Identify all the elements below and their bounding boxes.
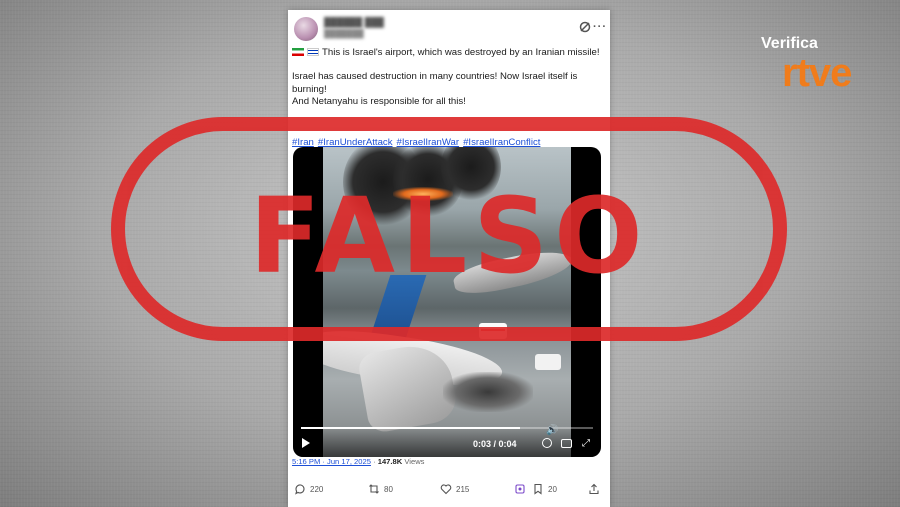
more-icon[interactable]: ··· [593,20,607,34]
grok-share-icon [515,484,525,494]
van [535,354,561,370]
tweet-text: This is Israel's airport, which was dest… [292,47,604,109]
reply-button[interactable]: 220 [294,483,323,495]
repost-count: 80 [384,484,393,494]
captions-icon[interactable] [561,439,572,448]
tweet-text-line2: Israel has caused destruction in many co… [292,71,578,95]
tweet-header: ██████ ███ ███████ ··· [294,14,607,46]
tweet-timestamp[interactable]: 5:16 PM · Jun 17, 2025 [292,457,371,466]
bookmark-button[interactable]: 20 [532,483,557,495]
falso-stamp-word: FALSO [249,175,649,297]
grok-icon[interactable] [578,20,592,34]
tweet-meta: 5:16 PM · Jun 17, 2025 · 147.8K Views [292,457,424,466]
play-icon[interactable] [302,438,310,448]
views-label: Views [404,457,425,466]
tweet-text-line3: And Netanyahu is responsible for all thi… [292,96,466,108]
video-progress-fill [301,427,520,429]
volume-icon[interactable]: 🔊 [546,425,558,437]
like-icon [440,484,452,495]
avatar[interactable] [294,17,318,41]
bookmark-count: 20 [548,484,557,494]
like-button[interactable]: 215 [440,483,469,495]
fullscreen-icon[interactable]: ⤢ [580,438,592,450]
share-icon [589,483,599,495]
verifica-rtve-logo: Verifica rtve [760,35,880,105]
tweet-line-1: This is Israel's airport, which was dest… [292,47,604,59]
video-time: 0:03 / 0:04 [473,439,517,449]
reply-icon [295,484,305,495]
user-handle-blurred: ███████ [324,29,364,38]
user-name-blurred: ██████ ███ [324,17,384,27]
repost-icon [369,484,379,494]
grok-share-button[interactable] [514,483,526,495]
settings-icon[interactable] [542,438,552,448]
israel-flag-icon [307,48,319,56]
views-count: 147.8K [377,457,403,466]
bookmark-icon [534,483,542,495]
tweet-text-line1: This is Israel's airport, which was dest… [322,47,600,58]
share-button[interactable] [588,483,600,495]
repost-button[interactable]: 80 [368,483,393,495]
falso-stamp: FALSO [111,117,787,341]
logo-rtve-text: rtve [782,51,852,95]
meta-separator: · [373,457,376,466]
tweet-actions: 220 80 215 20 [288,480,610,502]
reply-count: 220 [310,484,324,494]
like-count: 215 [456,484,470,494]
wreckage [443,372,533,412]
iran-flag-icon [292,48,304,56]
